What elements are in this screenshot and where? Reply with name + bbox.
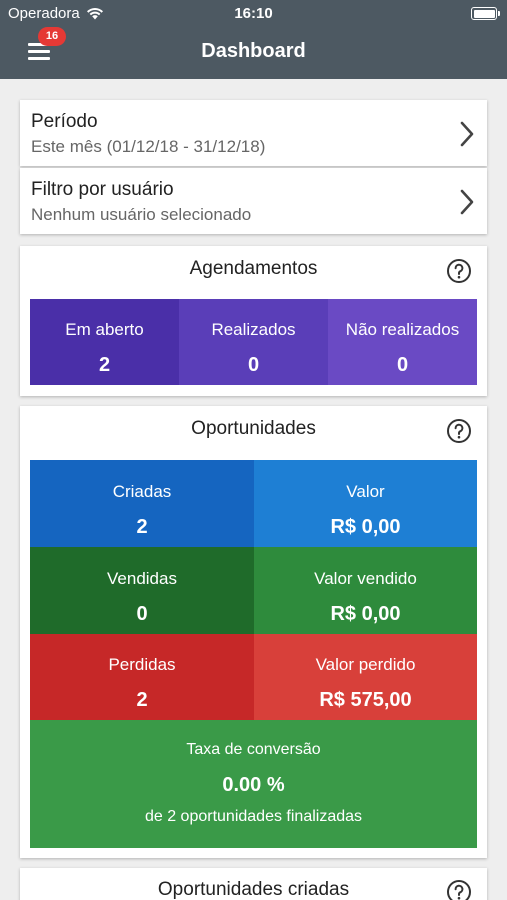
tile-label: Em aberto [65,320,144,339]
chevron-right-icon [460,189,474,215]
periodo-label: Período [31,111,98,132]
oportunidades-tile-perdidas: Perdidas 2 [30,634,254,720]
tile-label: Perdidas [108,655,176,674]
tile-value: R$ 0,00 [330,603,401,625]
page-title: Dashboard [201,40,306,62]
tile-label: Não realizados [345,320,460,339]
tile-value: 0 [396,354,409,376]
conversao-value: 0.00 % [222,774,285,796]
oportunidades-tile-valor-perdido: Valor perdido R$ 575,00 [254,634,477,720]
agendamento-tile-nao-realizados: Não realizados 0 [328,299,477,385]
chevron-right-icon [460,121,474,147]
periodo-value: Este mês (01/12/18 - 31/12/18) [31,137,266,156]
oportunidades-criadas-title: Oportunidades criadas [157,879,350,900]
oportunidades-tile-valor: Valor R$ 0,00 [254,460,477,547]
battery-icon [471,7,500,20]
tile-value: 0 [247,354,260,376]
help-icon[interactable] [446,879,472,900]
tile-label: Valor [346,482,385,501]
tile-label: Criadas [112,482,172,501]
conversao-label: Taxa de conversão [186,741,321,758]
oportunidades-title: Oportunidades [191,418,316,439]
filtro-usuario-selector[interactable]: Filtro por usuário Nenhum usuário seleci… [20,168,487,234]
help-icon[interactable] [446,258,472,284]
tile-label: Valor vendido [314,569,417,588]
periodo-selector[interactable]: Período Este mês (01/12/18 - 31/12/18) [20,100,487,166]
tile-value: 2 [136,516,148,538]
filtro-value: Nenhum usuário selecionado [31,205,252,224]
oportunidades-tile-conversao: Taxa de conversão 0.00 % de 2 oportunida… [30,720,477,848]
oportunidades-criadas-card: Oportunidades criadas [20,868,487,900]
tile-label: Vendidas [107,569,177,588]
oportunidades-tile-valor-vendido: Valor vendido R$ 0,00 [254,547,477,634]
tile-value: R$ 0,00 [330,516,401,538]
status-time: 16:10 [234,5,273,22]
agendamento-tile-realizados: Realizados 0 [179,299,328,385]
tile-label: Realizados [211,320,296,339]
conversao-subtext: de 2 oportunidades finalizadas [144,808,363,825]
tile-value: 2 [136,689,148,711]
tile-value: 2 [98,354,111,376]
filtro-label: Filtro por usuário [31,179,174,200]
oportunidades-card: Oportunidades Criadas 2 Valor R$ 0,00 Ve… [20,406,487,858]
app-bar: Operadora 16:10 16 Dashboard [0,0,507,79]
tile-value: 0 [136,603,148,625]
oportunidades-tile-vendidas: Vendidas 0 [30,547,254,634]
tile-label: Valor perdido [315,655,416,674]
oportunidades-tile-criadas: Criadas 2 [30,460,254,547]
agendamentos-card: Agendamentos Em aberto 2 Realizados 0 Nã… [20,246,487,396]
agendamento-tile-em-aberto: Em aberto 2 [30,299,179,385]
status-bar: Operadora 16:10 [0,0,507,28]
tile-value: R$ 575,00 [319,689,412,711]
help-icon[interactable] [446,418,472,444]
agendamentos-title: Agendamentos [189,258,318,279]
